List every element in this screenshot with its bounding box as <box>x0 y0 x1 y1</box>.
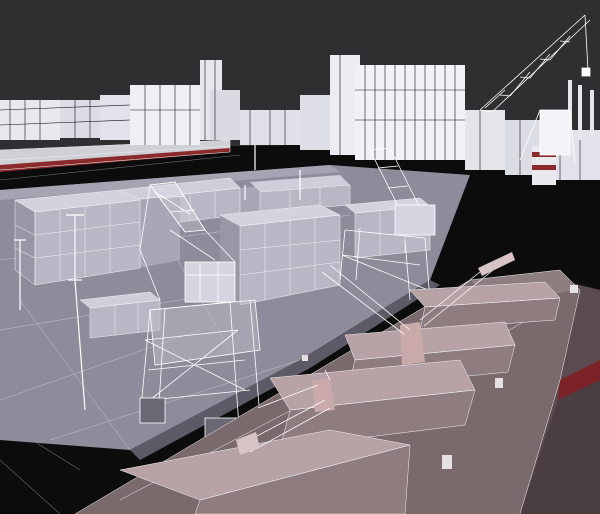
port-scene <box>0 0 600 514</box>
render-viewport <box>0 0 600 514</box>
